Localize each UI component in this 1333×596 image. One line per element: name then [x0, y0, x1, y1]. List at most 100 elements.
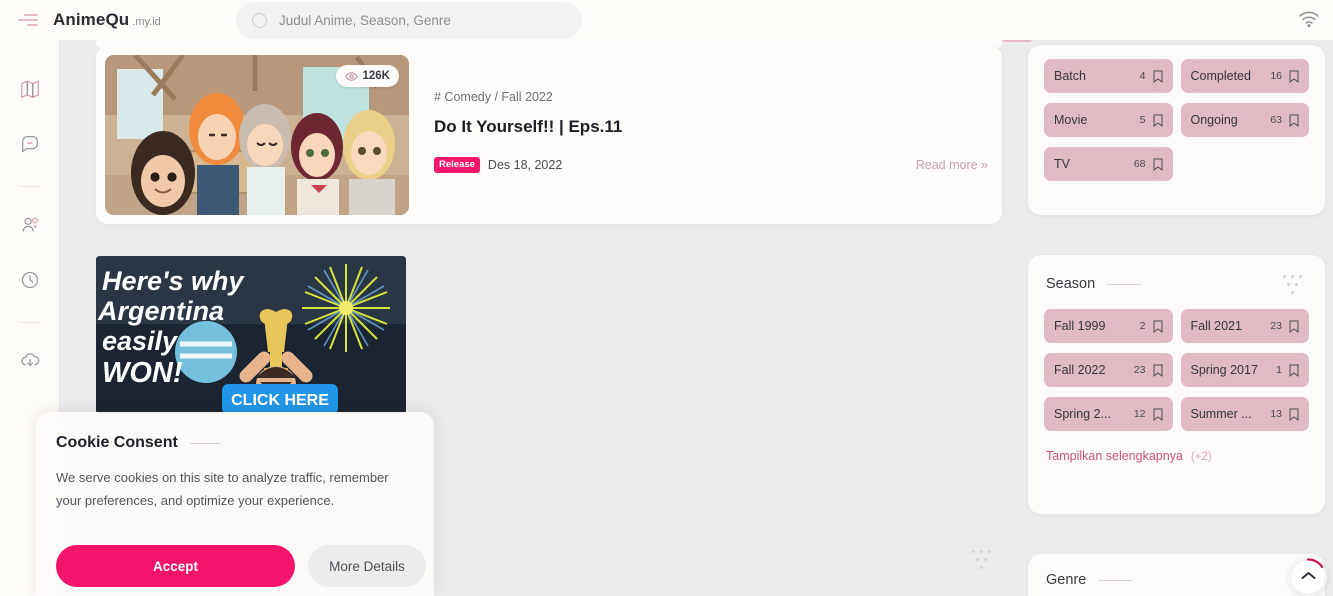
view-count-badge: 126K: [335, 65, 399, 87]
bookmark-icon: [1153, 364, 1163, 377]
pill-label: Summer ...: [1190, 407, 1252, 421]
sidebar-item-chat[interactable]: [15, 131, 45, 161]
cookie-title: Cookie Consent: [56, 434, 178, 451]
bookmark-icon: [1289, 70, 1299, 83]
pill-count: 2: [1139, 320, 1146, 332]
right-sidebar: Batch 4 Completed 16 Movie 5 Ongoing 63 …: [1020, 0, 1333, 596]
drag-dots-icon[interactable]: [1283, 273, 1307, 295]
bookmark-icon: [1153, 114, 1163, 127]
panel-rule: [1098, 579, 1133, 581]
anime-card-body: # Comedy / Fall 2022 Do It Yourself!! | …: [434, 90, 988, 174]
season-filter-panel: Season Fall 1999 2 Fall 2021 23 Fall 202…: [1028, 255, 1325, 514]
chevron-up-icon: [1301, 568, 1316, 586]
user-add-icon: [19, 214, 41, 241]
filter-pill-ongoing[interactable]: Ongoing 63: [1180, 103, 1309, 137]
show-more-count: (+2): [1190, 451, 1212, 463]
bookmark-icon: [1153, 320, 1163, 333]
map-icon: [19, 78, 41, 105]
season-pill-fall-2022[interactable]: Fall 2022 23: [1044, 353, 1173, 387]
anime-meta: # Comedy / Fall 2022: [434, 90, 553, 104]
anime-thumbnail: 126K: [105, 55, 409, 215]
pill-label: TV: [1054, 157, 1070, 171]
sidebar-divider: [18, 186, 41, 187]
pill-label: Completed: [1190, 69, 1251, 83]
accept-button[interactable]: Accept: [56, 545, 295, 587]
season-pill-fall-1999[interactable]: Fall 1999 2: [1044, 309, 1173, 343]
sidebar-item-user[interactable]: [15, 212, 45, 242]
panel-rule: [1107, 283, 1142, 285]
ad-line-3: easily: [102, 326, 179, 356]
more-details-button[interactable]: More Details: [308, 545, 426, 587]
pill-count: 5: [1139, 114, 1146, 126]
genre-filter-panel: Genre: [1028, 554, 1325, 596]
hamburger-icon[interactable]: [18, 14, 38, 26]
genre-panel-header: Genre: [1028, 554, 1325, 588]
pill-label: Movie: [1054, 113, 1088, 127]
show-more-label: Tampilkan selengkapnya: [1046, 449, 1183, 463]
brand-tld: .my.id: [132, 16, 161, 28]
floating-drag-dots-icon[interactable]: [972, 548, 996, 572]
panel-title: Season: [1046, 276, 1096, 292]
hamburger-line: [18, 19, 38, 21]
season-pill-spring-2017[interactable]: Spring 2017 1: [1180, 353, 1309, 387]
clock-icon: [19, 269, 41, 296]
filter-pill-batch[interactable]: Batch 4: [1044, 59, 1173, 93]
pill-label: Batch: [1054, 69, 1086, 83]
pill-count: 1: [1276, 364, 1282, 376]
sidebar-item-history[interactable]: [15, 267, 45, 297]
ad-banner[interactable]: Here's why Argentina easily WON! CLICK H…: [96, 256, 406, 414]
pill-count: 12: [1133, 408, 1146, 420]
season-pill-fall-2021[interactable]: Fall 2021 23: [1180, 309, 1309, 343]
sidebar-item-download[interactable]: [15, 348, 45, 378]
pill-count: 68: [1133, 158, 1146, 170]
bookmark-icon: [1289, 408, 1299, 421]
pill-count: 23: [1270, 320, 1282, 332]
bookmark-icon: [1289, 114, 1299, 127]
pill-count: 13: [1270, 408, 1282, 420]
anime-card-footer: Release Des 18, 2022 Read more »: [434, 157, 988, 174]
sidebar-item-map[interactable]: [15, 76, 45, 106]
cookie-consent-dialog: Cookie Consent We serve cookies on this …: [36, 412, 434, 596]
ad-line-4: WON!: [102, 357, 183, 389]
hamburger-line: [24, 14, 38, 16]
show-more-seasons-link[interactable]: Tampilkan selengkapnya (+2): [1028, 431, 1325, 463]
cookie-body-text: We serve cookies on this site to analyze…: [56, 470, 389, 509]
pill-label: Ongoing: [1190, 113, 1238, 127]
search-bar[interactable]: Judul Anime, Season, Genre: [236, 2, 582, 39]
pill-label: Fall 1999: [1054, 319, 1106, 333]
pill-label: Spring 2017: [1190, 363, 1258, 377]
search-input[interactable]: Judul Anime, Season, Genre: [279, 13, 451, 28]
pill-count: 16: [1270, 70, 1282, 82]
ad-line-1: Here's why: [102, 266, 245, 296]
scroll-to-top-button[interactable]: [1289, 558, 1327, 596]
bookmark-icon: [1289, 364, 1299, 377]
pill-label: Fall 2022: [1054, 363, 1106, 377]
pill-count: 63: [1270, 114, 1282, 126]
sidebar-divider: [18, 322, 41, 323]
filter-pill-movie[interactable]: Movie 5: [1044, 103, 1173, 137]
wifi-icon: [1298, 10, 1320, 28]
anime-card[interactable]: 126K # Comedy / Fall 2022 Do It Yourself…: [96, 46, 1002, 224]
filter-pill-tv[interactable]: TV 68: [1044, 147, 1173, 181]
cookie-rule: [189, 442, 220, 444]
bookmark-icon: [1153, 158, 1163, 171]
read-more-link[interactable]: Read more »: [916, 158, 988, 172]
brand-name: AnimeQu: [53, 10, 130, 29]
ad-line-2: Argentina: [97, 296, 224, 326]
bookmark-icon: [1289, 320, 1299, 333]
panel-title: Genre: [1046, 572, 1087, 588]
status-filter-panel: Batch 4 Completed 16 Movie 5 Ongoing 63 …: [1028, 45, 1325, 215]
bookmark-icon: [1153, 408, 1163, 421]
pill-count: 23: [1133, 364, 1146, 376]
bookmark-icon: [1153, 70, 1163, 83]
season-pill-summer[interactable]: Summer ... 13: [1180, 397, 1309, 431]
filter-pill-completed[interactable]: Completed 16: [1180, 59, 1309, 93]
view-count-value: 126K: [362, 70, 391, 82]
brand-logo[interactable]: AnimeQu .my.id: [53, 10, 161, 30]
anime-title[interactable]: Do It Yourself!! | Eps.11: [434, 117, 988, 137]
cookie-header: Cookie Consent: [36, 412, 434, 452]
ad-cta-label: CLICK HERE: [231, 392, 329, 409]
season-pill-spring-2[interactable]: Spring 2... 12: [1044, 397, 1173, 431]
season-pill-grid: Fall 1999 2 Fall 2021 23 Fall 2022 23 Sp…: [1028, 295, 1325, 431]
search-icon: [252, 13, 267, 28]
